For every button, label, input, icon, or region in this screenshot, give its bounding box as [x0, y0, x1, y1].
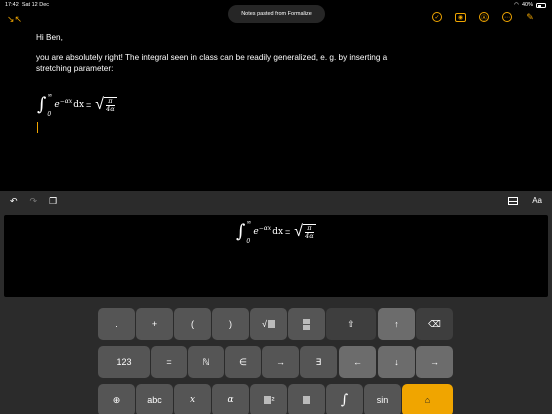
pasted-toast: Notes pasted from Formalize: [228, 5, 325, 23]
status-right: ◠ 40%: [514, 2, 546, 8]
key-exists[interactable]: ∃: [300, 346, 337, 378]
key-shift[interactable]: ⇧: [326, 308, 376, 340]
battery-percent: 40%: [521, 2, 533, 8]
upper-limit: ∞: [47, 92, 53, 99]
key-open-paren[interactable]: (: [174, 308, 211, 340]
denominator: 4α: [106, 105, 115, 113]
collapse-icon[interactable]: ↘↖: [7, 14, 22, 26]
square-root: √ π 4α: [294, 223, 316, 241]
note-body[interactable]: Hi Ben, you are absolutely right! The in…: [36, 32, 396, 83]
key-arrow-down[interactable]: ↓: [378, 346, 415, 378]
dx: dx: [73, 100, 85, 110]
checklist-icon[interactable]: ✓: [432, 12, 442, 22]
paste-icon[interactable]: ❐: [49, 196, 57, 207]
key-insert-formula[interactable]: ⌂: [402, 384, 453, 414]
equals-sign: =: [285, 227, 291, 237]
note-formula[interactable]: ∫ ∞ 0 e −αx dx = √ π 4α: [37, 92, 117, 118]
exponent: −αx: [59, 97, 73, 105]
status-time-date: 17:42 Sat 12 Dec: [5, 2, 50, 8]
key-x[interactable]: x: [174, 384, 211, 414]
key-square[interactable]: ²: [250, 384, 287, 414]
lower-limit: 0: [246, 238, 251, 245]
key-dot[interactable]: .: [98, 308, 135, 340]
compose-icon[interactable]: ✎: [525, 12, 535, 22]
numerator: π: [307, 224, 312, 232]
numerator: π: [108, 97, 113, 105]
key-abc[interactable]: abc: [136, 384, 173, 414]
key-equals[interactable]: =: [151, 346, 187, 378]
exponent: −αx: [258, 224, 272, 232]
denominator: 4α: [305, 232, 314, 240]
camera-icon[interactable]: ◉: [455, 13, 466, 22]
battery-icon: [536, 2, 546, 8]
key-alpha[interactable]: α: [212, 384, 249, 414]
formula-preview[interactable]: ∫ ∞ 0 e −αx dx = √ π 4α: [4, 215, 548, 297]
redo-icon[interactable]: ↷: [30, 196, 38, 207]
dx: dx: [272, 227, 284, 237]
integral-limits: ∞ 0: [47, 92, 52, 118]
key-implies[interactable]: →: [262, 346, 299, 378]
wifi-icon: ◠: [514, 2, 519, 8]
integral-limits: ∞ 0: [246, 219, 251, 245]
fraction: π 4α: [303, 224, 316, 240]
key-arrow-up[interactable]: ↑: [378, 308, 415, 340]
text-format-button[interactable]: Aa: [532, 196, 542, 205]
key-fraction[interactable]: [288, 308, 325, 340]
key-sqrt[interactable]: √: [250, 308, 287, 340]
markup-icon[interactable]: Ⓐ: [479, 12, 489, 22]
key-123[interactable]: 123: [98, 346, 150, 378]
radical-sign: √: [294, 223, 304, 240]
key-arrow-left[interactable]: ←: [339, 346, 376, 378]
radical-sign: √: [95, 96, 105, 113]
key-backspace[interactable]: ⌫: [416, 308, 453, 340]
note-paragraph: you are absolutely right! The integral s…: [36, 52, 388, 74]
key-subscript[interactable]: [288, 384, 325, 414]
key-element-of[interactable]: ∈: [225, 346, 261, 378]
key-arrow-right[interactable]: →: [416, 346, 453, 378]
fraction: π 4α: [104, 97, 117, 113]
keyboard-toolbar: ↶ ↷ ❐ Aa: [0, 191, 552, 213]
key-globe[interactable]: ⊕: [98, 384, 135, 414]
text-cursor: [37, 122, 38, 133]
preview-formula: ∫ ∞ 0 e −αx dx = √ π 4α: [236, 219, 316, 245]
square-root: √ π 4α: [95, 96, 117, 114]
table-icon[interactable]: [508, 196, 519, 205]
key-integral[interactable]: ∫: [326, 384, 363, 414]
upper-limit: ∞: [246, 219, 252, 226]
integral-symbol: ∫: [236, 221, 246, 242]
integral-symbol: ∫: [37, 94, 47, 115]
equals-sign: =: [86, 100, 92, 110]
math-keyboard-panel: ↶ ↷ ❐ Aa ∫ ∞ 0 e −αx dx = √ π 4α . + ()…: [0, 191, 552, 414]
key-plus[interactable]: +: [136, 308, 173, 340]
lower-limit: 0: [47, 111, 52, 118]
undo-icon[interactable]: ↶: [10, 196, 18, 207]
key-close-paren[interactable]: ): [212, 308, 249, 340]
more-icon[interactable]: ⋯: [502, 12, 512, 22]
key-naturals[interactable]: ℕ: [188, 346, 224, 378]
key-sin[interactable]: sin: [364, 384, 401, 414]
note-toolbar: ✓ ◉ Ⓐ ⋯ ✎: [432, 12, 535, 22]
note-greeting: Hi Ben,: [36, 33, 63, 42]
